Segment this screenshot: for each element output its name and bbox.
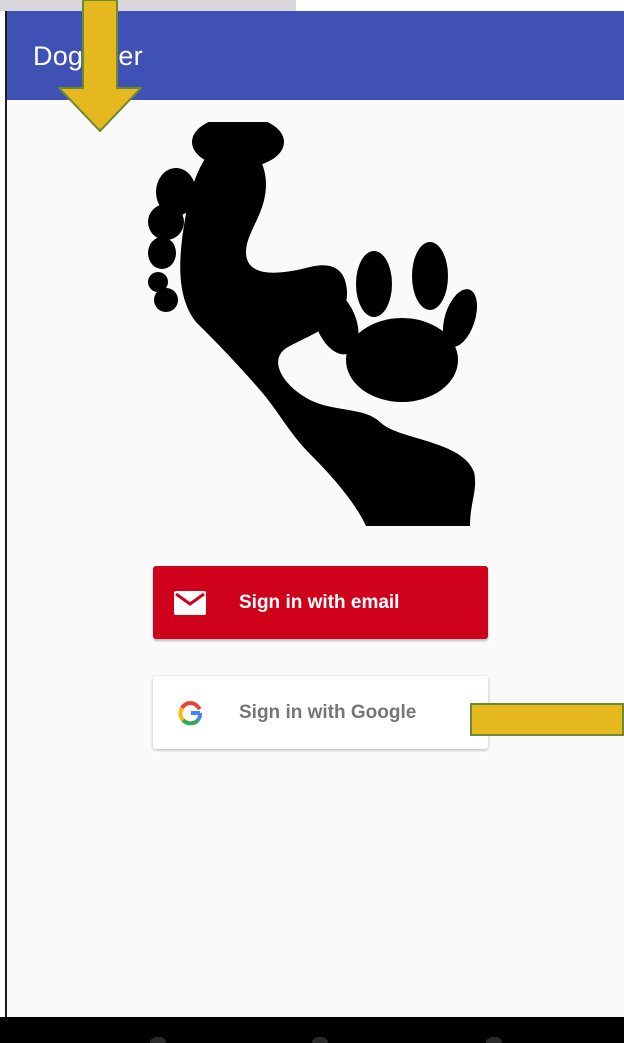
sign-in-email-label: Sign in with email — [239, 592, 400, 613]
top-strip — [0, 0, 296, 11]
mail-envelope-icon-svg — [174, 591, 206, 615]
footprint-paw-logo-icon — [148, 122, 478, 526]
back-icon[interactable] — [150, 1037, 166, 1043]
annotation-arrow-down-icon — [57, 0, 143, 132]
home-icon[interactable] — [312, 1037, 328, 1043]
login-screen: Dogsitter Sign in with email — [0, 0, 624, 1043]
sign-in-google-label: Sign in with Google — [239, 702, 417, 723]
google-g-icon-svg — [178, 701, 203, 726]
mail-envelope-icon — [173, 586, 207, 620]
device-edge — [0, 11, 7, 1017]
annotation-arrow-left-icon — [470, 703, 624, 736]
sign-in-email-button[interactable]: Sign in with email — [153, 566, 488, 639]
sign-in-google-button[interactable]: Sign in with Google — [153, 676, 488, 749]
google-g-icon — [173, 696, 207, 730]
system-nav-bar — [0, 1017, 624, 1043]
recents-icon[interactable] — [486, 1037, 502, 1043]
